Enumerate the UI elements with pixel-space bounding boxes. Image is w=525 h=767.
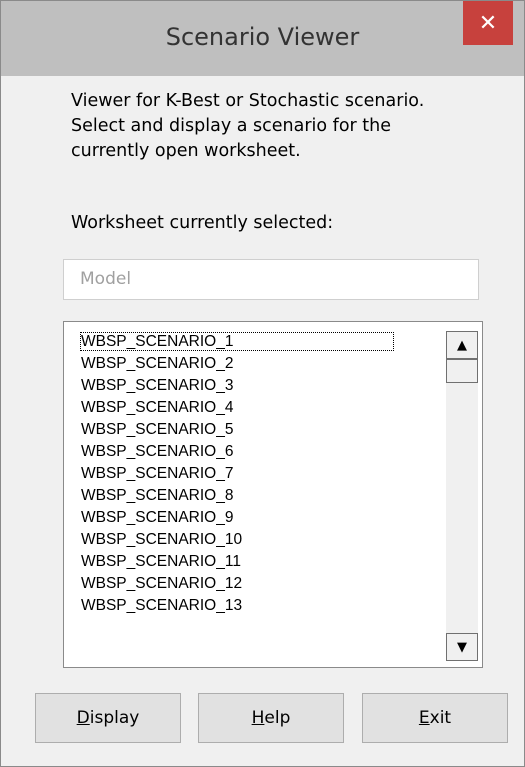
- scenario-list-item[interactable]: WBSP_SCENARIO_7: [64, 463, 444, 485]
- scenario-list-item[interactable]: WBSP_SCENARIO_3: [64, 375, 444, 397]
- scenario-item-label: WBSP_SCENARIO_2: [81, 355, 234, 372]
- scenario-item-label: WBSP_SCENARIO_7: [81, 465, 234, 482]
- scenario-item-label: WBSP_SCENARIO_8: [81, 487, 234, 504]
- scenario-item-label: WBSP_SCENARIO_5: [81, 421, 234, 438]
- window-title: Scenario Viewer: [165, 23, 360, 51]
- scroll-down-button[interactable]: ▼: [446, 633, 478, 661]
- description-line: Select and display a scenario for the: [71, 116, 392, 136]
- scenario-item-label: WBSP_SCENARIO_6: [81, 443, 234, 460]
- display-mnemonic: D: [76, 708, 90, 728]
- worksheet-field[interactable]: Model: [63, 259, 479, 300]
- description-line: Viewer for K-Best or Stochastic scenario…: [71, 91, 425, 111]
- scenario-viewer-window: Scenario Viewer ✕ Viewer for K-Best or S…: [0, 0, 525, 767]
- scenario-list-item[interactable]: WBSP_SCENARIO_1: [64, 331, 444, 353]
- scenario-item-label: WBSP_SCENARIO_12: [81, 575, 243, 592]
- arrow-up-icon: ▲: [457, 337, 467, 353]
- scroll-thumb[interactable]: [446, 359, 478, 383]
- scenario-item-label: WBSP_SCENARIO_3: [81, 377, 234, 394]
- scenario-listbox[interactable]: WBSP_SCENARIO_1 WBSP_SCENARIO_2 WBSP_SCENA…: [63, 321, 483, 668]
- display-button[interactable]: Display: [35, 693, 181, 743]
- title-bar: Scenario Viewer ✕: [1, 1, 524, 76]
- scenario-list-items: WBSP_SCENARIO_1 WBSP_SCENARIO_2 WBSP_SCENA…: [64, 331, 444, 617]
- scenario-list-item[interactable]: WBSP_SCENARIO_5: [64, 419, 444, 441]
- scenario-list-item[interactable]: WBSP_SCENARIO_13: [64, 595, 444, 617]
- scenario-item-label: WBSP_SCENARIO_10: [81, 531, 243, 548]
- scenario-item-label: WBSP_SCENARIO_4: [81, 399, 234, 416]
- scenario-item-label: WBSP_SCENARIO_11: [81, 553, 241, 570]
- scenario-list-item[interactable]: WBSP_SCENARIO_10: [64, 529, 444, 551]
- description-line: currently open worksheet.: [71, 141, 301, 161]
- help-mnemonic: H: [251, 708, 265, 728]
- scenario-list-item[interactable]: WBSP_SCENARIO_12: [64, 573, 444, 595]
- scenario-item-label: WBSP_SCENARIO_1: [79, 332, 395, 351]
- arrow-down-icon: ▼: [457, 639, 467, 655]
- list-scrollbar[interactable]: ▲ ▼: [446, 331, 478, 661]
- scenario-item-label: WBSP_SCENARIO_9: [81, 509, 234, 526]
- exit-mnemonic: E: [418, 708, 430, 728]
- scroll-up-button[interactable]: ▲: [446, 331, 478, 359]
- scenario-list-item[interactable]: WBSP_SCENARIO_6: [64, 441, 444, 463]
- scenario-list-item[interactable]: WBSP_SCENARIO_2: [64, 353, 444, 375]
- scenario-item-label: WBSP_SCENARIO_13: [81, 597, 243, 614]
- exit-button[interactable]: Exit: [362, 693, 508, 743]
- worksheet-label: Worksheet currently selected:: [71, 213, 334, 233]
- scenario-list-item[interactable]: WBSP_SCENARIO_8: [64, 485, 444, 507]
- help-label: elp: [264, 708, 291, 728]
- help-button[interactable]: Help: [198, 693, 344, 743]
- close-icon: ✕: [478, 10, 498, 36]
- description-text: Viewer for K-Best or Stochastic scenario…: [71, 89, 491, 164]
- close-button[interactable]: ✕: [463, 1, 513, 45]
- scenario-list-item[interactable]: WBSP_SCENARIO_11: [64, 551, 444, 573]
- display-label: isplay: [89, 708, 140, 728]
- exit-label: xit: [429, 708, 452, 728]
- scenario-list-item[interactable]: WBSP_SCENARIO_9: [64, 507, 444, 529]
- scenario-list-item[interactable]: WBSP_SCENARIO_4: [64, 397, 444, 419]
